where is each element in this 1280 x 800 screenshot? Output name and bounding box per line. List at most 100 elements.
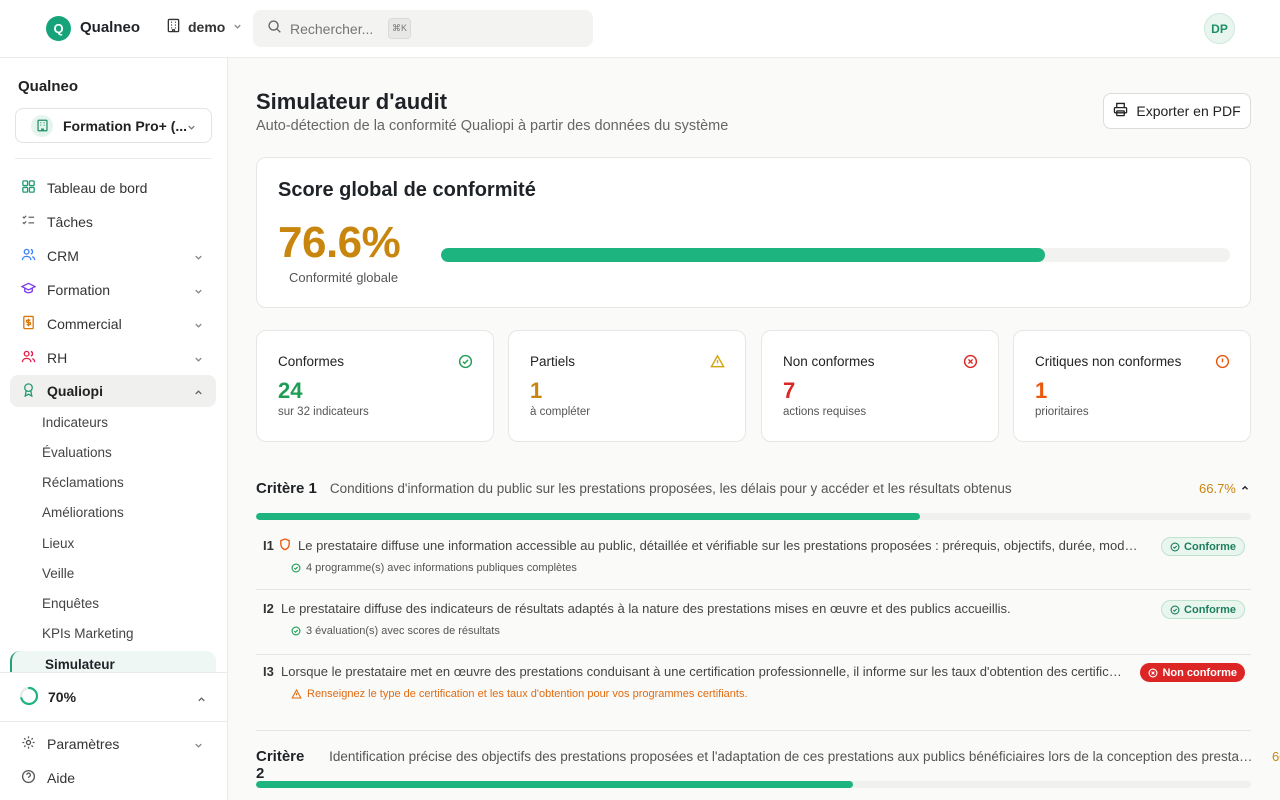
progress-ring bbox=[19, 686, 39, 709]
gear-icon bbox=[21, 735, 36, 753]
sidebar-subitem-indicateurs[interactable]: Indicateurs bbox=[42, 415, 108, 430]
alert-circle-icon bbox=[1215, 354, 1230, 374]
help-icon bbox=[21, 769, 36, 787]
indicator-row[interactable]: I1 Le prestataire diffuse une informatio… bbox=[256, 529, 1251, 590]
chevron-down-icon bbox=[193, 318, 204, 334]
indicator-code: I1 bbox=[263, 538, 274, 553]
sidebar-item-label: Paramètres bbox=[47, 736, 120, 752]
sidebar-item-formation[interactable]: Formation bbox=[10, 274, 216, 306]
chevron-up-icon bbox=[193, 385, 204, 401]
sidebar-item-qualiopi[interactable]: Qualiopi bbox=[10, 375, 216, 407]
export-pdf-button[interactable]: Exporter en PDF bbox=[1103, 93, 1251, 129]
sidebar-item-label: Tableau de bord bbox=[47, 180, 148, 196]
indicator-note: Renseignez le type de certification et l… bbox=[291, 688, 748, 700]
sidebar-item-label: CRM bbox=[47, 248, 79, 264]
sidebar-item-commercial[interactable]: Commercial bbox=[10, 308, 216, 340]
sidebar-item-label: Tâches bbox=[47, 214, 93, 230]
check-circle-icon bbox=[1170, 604, 1180, 615]
sidebar-item-aide[interactable]: Aide bbox=[10, 762, 216, 794]
team-icon bbox=[21, 349, 36, 367]
stat-label: Non conformes bbox=[783, 354, 875, 369]
stat-card-partiels: Partiels 1 à compléter bbox=[508, 330, 746, 442]
score-progress-bar bbox=[441, 248, 1230, 262]
search-input[interactable] bbox=[290, 20, 380, 37]
status-label: Non conforme bbox=[1162, 666, 1237, 679]
award-icon bbox=[21, 382, 36, 400]
main-content: Simulateur d'audit Auto-détection de la … bbox=[228, 58, 1280, 800]
sidebar-subitem-reclamations[interactable]: Réclamations bbox=[42, 475, 124, 490]
sidebar-subitem-evaluations[interactable]: Évaluations bbox=[42, 445, 112, 460]
org-switcher[interactable]: demo bbox=[166, 18, 243, 36]
stat-value: 7 bbox=[783, 378, 796, 403]
indicator-row[interactable]: I3 Lorsque le prestataire met en œuvre d… bbox=[256, 655, 1251, 731]
stat-value: 1 bbox=[1035, 378, 1048, 403]
indicator-code: I3 bbox=[263, 664, 274, 679]
criterion-progress-bar bbox=[256, 513, 1251, 520]
stat-card-conformes: Conformes 24 sur 32 indicateurs bbox=[256, 330, 494, 442]
indicator-note-text: Renseignez le type de certification et l… bbox=[307, 688, 748, 700]
sidebar-subitem-enquetes[interactable]: Enquêtes bbox=[42, 596, 99, 611]
stat-label: Partiels bbox=[530, 354, 576, 369]
top-bar: Q Qualneo demo ⌘K DP bbox=[0, 0, 1280, 58]
score-progress-fill bbox=[441, 248, 1046, 262]
shield-icon bbox=[279, 538, 291, 556]
search-bar[interactable]: ⌘K bbox=[253, 10, 593, 47]
criterion-description: Conditions d'information du public sur l… bbox=[329, 481, 1012, 496]
indicator-note-text: 4 programme(s) avec informations publiqu… bbox=[306, 562, 577, 574]
sidebar-item-label: Commercial bbox=[47, 316, 122, 332]
sidebar-subitem-kpis-marketing[interactable]: KPIs Marketing bbox=[42, 626, 134, 641]
stat-label: Conformes bbox=[278, 354, 345, 369]
stat-sub: actions requises bbox=[783, 406, 867, 418]
chevron-down-icon bbox=[193, 284, 204, 300]
stat-card-non-conformes: Non conformes 7 actions requises bbox=[761, 330, 999, 442]
export-pdf-label: Exporter en PDF bbox=[1136, 103, 1241, 119]
sidebar-subitem-ameliorations[interactable]: Améliorations bbox=[42, 505, 124, 520]
sidebar-divider bbox=[15, 158, 212, 159]
criterion-header[interactable]: Critère 2 Identification précise des obj… bbox=[256, 748, 1256, 782]
criterion-header[interactable]: Critère 1 Conditions d'information du pu… bbox=[256, 480, 1176, 497]
progress-label: 70% bbox=[48, 689, 77, 705]
stat-value: 24 bbox=[278, 378, 303, 403]
indicator-note: 4 programme(s) avec informations publiqu… bbox=[291, 562, 577, 574]
indicator-note: 3 évaluation(s) avec scores de résultats bbox=[291, 625, 500, 637]
sidebar-subitem-veille[interactable]: Veille bbox=[42, 566, 74, 581]
user-avatar[interactable]: DP bbox=[1204, 13, 1235, 44]
x-circle-icon bbox=[1148, 667, 1158, 678]
onboarding-progress[interactable]: 70% bbox=[0, 672, 227, 722]
criterion-name: Critère 1 bbox=[256, 480, 317, 497]
dashboard-icon bbox=[21, 179, 36, 197]
status-badge-conforme: Conforme bbox=[1161, 600, 1245, 619]
stat-value: 1 bbox=[530, 378, 543, 403]
sidebar-item-parametres[interactable]: Paramètres bbox=[10, 728, 216, 760]
sidebar-item-tableau-de-bord[interactable]: Tableau de bord bbox=[10, 172, 216, 204]
score-title: Score global de conformité bbox=[278, 179, 536, 201]
chevron-down-icon bbox=[193, 738, 204, 754]
criterion-progress-bar bbox=[256, 781, 1251, 788]
check-circle-icon bbox=[458, 354, 473, 374]
criterion-score[interactable]: 60.0% bbox=[1272, 749, 1280, 764]
page-title: Simulateur d'audit bbox=[256, 89, 448, 114]
indicator-text: Le prestataire diffuse une information a… bbox=[298, 538, 1144, 553]
chevron-up-icon bbox=[196, 692, 207, 708]
criterion-progress-fill bbox=[256, 513, 920, 520]
criterion-score-value: 66.7% bbox=[1199, 481, 1236, 496]
sidebar-subitem-lieux[interactable]: Lieux bbox=[42, 536, 74, 551]
users-icon bbox=[21, 247, 36, 265]
brand-name[interactable]: Qualneo bbox=[80, 19, 140, 36]
building-icon bbox=[31, 114, 53, 137]
printer-icon bbox=[1113, 102, 1128, 120]
check-circle-icon bbox=[1170, 541, 1180, 552]
sidebar-item-taches[interactable]: Tâches bbox=[10, 206, 216, 238]
sidebar-item-label: Formation bbox=[47, 282, 111, 298]
sidebar-item-crm[interactable]: CRM bbox=[10, 240, 216, 272]
sidebar-item-rh[interactable]: RH bbox=[10, 342, 216, 374]
app-logo[interactable]: Q bbox=[46, 16, 71, 41]
search-icon bbox=[267, 19, 282, 39]
workspace-selector[interactable]: Formation Pro+ (... bbox=[15, 108, 212, 143]
indicator-note-text: 3 évaluation(s) avec scores de résultats bbox=[306, 625, 500, 637]
indicator-row[interactable]: I2 Le prestataire diffuse des indicateur… bbox=[256, 592, 1251, 655]
org-name: demo bbox=[188, 19, 226, 35]
score-label: Conformité globale bbox=[289, 270, 399, 285]
chevron-down-icon bbox=[193, 352, 204, 368]
criterion-score[interactable]: 66.7% bbox=[1199, 481, 1250, 496]
